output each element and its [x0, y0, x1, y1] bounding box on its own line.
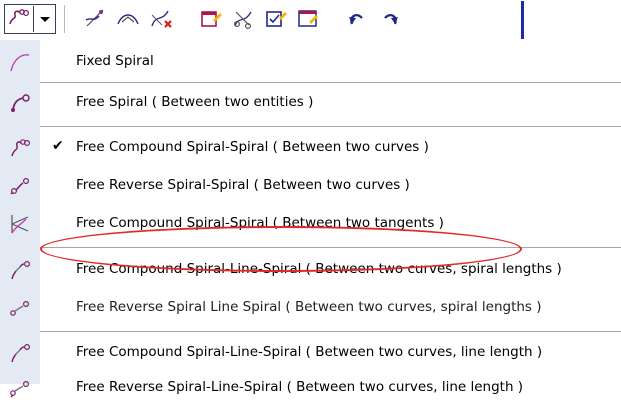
reverse-line-length-icon — [8, 376, 32, 400]
chevron-down-icon[interactable] — [35, 6, 55, 32]
menu-item-label: Free Compound Spiral-Spiral ( Between tw… — [76, 215, 444, 231]
cut-entity-icon[interactable] — [230, 6, 256, 32]
spiral-type-menu: Fixed Spiral Free Spiral ( Between two e… — [0, 40, 621, 399]
menu-separator — [40, 247, 621, 248]
window-edit-icon[interactable] — [295, 6, 321, 32]
menu-item-label: Free Reverse Spiral-Line-Spiral ( Betwee… — [76, 379, 524, 395]
delete-spiral-icon[interactable] — [148, 6, 174, 32]
undo-icon[interactable] — [344, 6, 370, 32]
free-spiral-icon — [8, 91, 32, 115]
toolbar-edge-bar — [521, 1, 524, 39]
menu-separator — [40, 331, 621, 332]
fixed-spiral-icon — [8, 50, 32, 74]
menu-item-compound-spiral-tangents[interactable]: Free Compound Spiral-Spiral ( Between tw… — [0, 206, 621, 242]
menu-item-reverse-spiral-curves[interactable]: Free Reverse Spiral-Spiral ( Between two… — [0, 168, 621, 204]
compound-spiral-icon — [8, 136, 32, 160]
menu-item-compound-line-spiral-lengths[interactable]: Free Compound Spiral-Line-Spiral ( Betwe… — [0, 252, 621, 288]
spiral-tangent-icon[interactable] — [82, 6, 108, 32]
menu-item-compound-spiral-curves[interactable]: ✔ Free Compound Spiral-Spiral ( Between … — [0, 130, 621, 166]
menu-separator — [40, 82, 621, 83]
menu-item-label: Free Reverse Spiral-Spiral ( Between two… — [76, 177, 410, 193]
menu-item-reverse-line-spiral-lengths[interactable]: Free Reverse Spiral Line Spiral ( Betwee… — [0, 290, 621, 326]
menu-item-label: Free Compound Spiral-Line-Spiral ( Betwe… — [76, 261, 562, 277]
menu-item-fixed-spiral[interactable]: Fixed Spiral — [0, 44, 621, 80]
spiral-arc-icon[interactable] — [115, 6, 141, 32]
menu-item-label: Free Compound Spiral-Line-Spiral ( Betwe… — [76, 344, 543, 360]
edit-entity-icon[interactable] — [198, 6, 224, 32]
spiral-curve-icon[interactable] — [6, 6, 34, 32]
compound-line-length-icon — [8, 341, 32, 365]
reverse-line-spiral-icon — [8, 296, 32, 320]
menu-item-label: Free Spiral ( Between two entities ) — [76, 94, 314, 110]
checked-edit-icon[interactable] — [263, 6, 289, 32]
menu-item-label: Fixed Spiral — [76, 53, 154, 69]
redo-icon[interactable] — [377, 6, 403, 32]
spiral-toolbar — [0, 0, 621, 40]
menu-item-reverse-line-spiral-line-length[interactable]: Free Reverse Spiral-Line-Spiral ( Betwee… — [0, 372, 621, 408]
toolbar-separator — [64, 5, 65, 33]
compound-tangent-spiral-icon — [8, 212, 32, 236]
reverse-spiral-icon — [8, 174, 32, 198]
checkmark-icon: ✔ — [52, 138, 64, 154]
spiral-type-dropdown[interactable] — [4, 4, 56, 34]
compound-line-spiral-icon — [8, 258, 32, 282]
menu-item-free-spiral[interactable]: Free Spiral ( Between two entities ) — [0, 84, 621, 122]
menu-item-compound-line-spiral-line-length[interactable]: Free Compound Spiral-Line-Spiral ( Betwe… — [0, 335, 621, 371]
menu-separator — [40, 126, 621, 127]
menu-item-label: Free Reverse Spiral Line Spiral ( Betwee… — [76, 299, 542, 315]
menu-item-label: Free Compound Spiral-Spiral ( Between tw… — [76, 139, 429, 155]
